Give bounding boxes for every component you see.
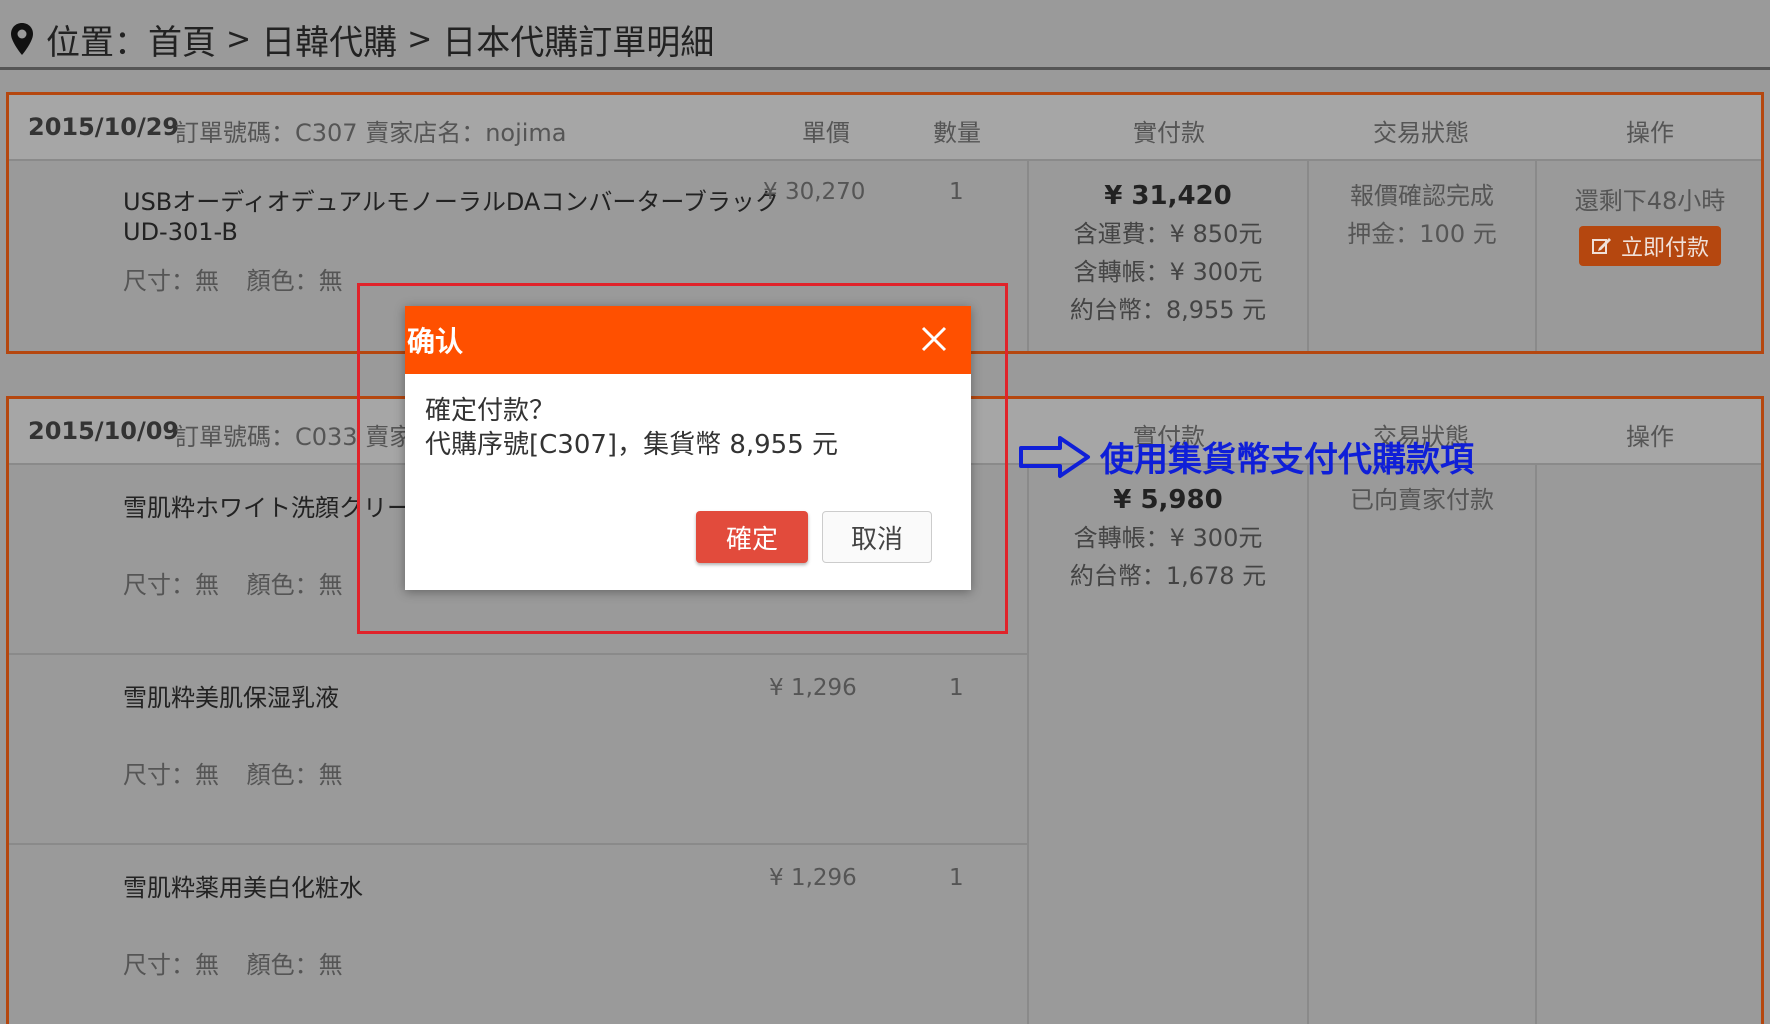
breadcrumb: 位置：首頁 > 日韓代購 > 日本代購訂單明細 (10, 14, 714, 64)
paid-twd: 約台幣：1,678 元 (1069, 562, 1267, 590)
arrow-right-icon (1019, 435, 1090, 478)
paid-transfer: 含轉帳：¥ 300元 (1073, 524, 1263, 552)
item-size: 尺寸：無 (123, 761, 219, 789)
item-color: 顏色：無 (246, 267, 343, 295)
breadcrumb-divider (0, 67, 1770, 70)
dialog-message: 確定付款？ 代購序號[C307]，集貨幣 8,955 元 (405, 374, 971, 482)
item-spec: 尺寸：無 顏色：無 (123, 945, 343, 980)
item-size: 尺寸：無 (123, 267, 219, 295)
col-quantity: 數量 (933, 119, 981, 147)
paid-total: ¥ 31,420 (1104, 181, 1232, 211)
breadcrumb-level3: 日本代購訂單明細 (442, 22, 715, 63)
order-meta: 訂單號碼：C307 賣家店名：nojima (175, 119, 567, 147)
item-color: 顏色：無 (246, 761, 343, 789)
item-name[interactable]: 雪肌粋美肌保湿乳液 (123, 683, 339, 713)
pay-now-button[interactable]: 立即付款 (1578, 226, 1721, 266)
annotation-text: 使用集貨幣支付代購款項 (1100, 440, 1474, 480)
item-color: 顏色：無 (246, 951, 343, 979)
order-item: 雪肌粋薬用美白化粧水 尺寸：無 顏色：無 ¥ 1,296 1 (9, 845, 1027, 1024)
time-remaining: 還剩下48小時 (1574, 187, 1726, 215)
breadcrumb-separator: > (407, 21, 433, 57)
item-qty: 1 (949, 675, 964, 701)
dialog-question: 確定付款？ (425, 396, 556, 426)
col-unit-price: 單價 (802, 119, 850, 147)
column-divider (1535, 465, 1537, 1024)
confirm-button[interactable]: 確定 (696, 511, 808, 563)
item-name[interactable]: USBオーディオデュアルモノーラルDAコンバーターブラック UD-301-B (123, 187, 779, 247)
item-spec: 尺寸：無 顏色：無 (123, 755, 343, 790)
order-header: 2015/10/29 訂單號碼：C307 賣家店名：nojima 單價 數量 實… (9, 95, 1761, 161)
item-qty: 1 (949, 865, 964, 891)
paid-shipping: 含運費：¥ 850元 (1073, 220, 1263, 248)
paid-twd: 約台幣：8,955 元 (1069, 296, 1267, 324)
annotation: 使用集貨幣支付代購款項 (1018, 432, 1474, 481)
item-name-line1: USBオーディオデュアルモノーラルDAコンバーターブラック (123, 188, 779, 216)
dialog-detail: 代購序號[C307]，集貨幣 8,955 元 (425, 430, 839, 460)
item-size: 尺寸：無 (123, 571, 219, 599)
edit-icon (1591, 238, 1611, 254)
order-date: 2015/10/29 (28, 113, 180, 141)
location-pin-icon (11, 23, 33, 55)
trade-status: 已向賣家付款 (1309, 481, 1535, 519)
col-action: 操作 (1626, 119, 1674, 147)
paid-transfer: 含轉帳：¥ 300元 (1073, 258, 1263, 286)
trade-status: 報價確認完成 押金：100 元 (1309, 177, 1535, 253)
close-icon[interactable] (919, 324, 949, 354)
column-divider (1307, 465, 1309, 1024)
item-price: ¥ 30,270 (763, 179, 866, 205)
cancel-button[interactable]: 取消 (822, 511, 932, 563)
item-name-line2: UD-301-B (123, 218, 238, 246)
breadcrumb-location[interactable]: 位置：首頁 (46, 15, 216, 64)
paid-summary: ¥ 5,980 含轉帳：¥ 300元 約台幣：1,678 元 (1029, 481, 1307, 595)
status-line1: 報價確認完成 (1350, 182, 1494, 210)
status-deposit: 押金：100 元 (1347, 220, 1497, 248)
item-spec: 尺寸：無 顏色：無 (123, 565, 343, 600)
item-qty: 1 (949, 179, 964, 205)
item-price: ¥ 1,296 (769, 675, 857, 701)
confirm-dialog: 确认 確定付款？ 代購序號[C307]，集貨幣 8,955 元 確定 取消 (405, 306, 971, 590)
item-size: 尺寸：無 (123, 951, 219, 979)
item-name[interactable]: 雪肌粋薬用美白化粧水 (123, 873, 363, 903)
status-line1: 已向賣家付款 (1350, 486, 1494, 514)
dialog-header: 确认 (405, 306, 971, 374)
order-date: 2015/10/09 (28, 417, 180, 445)
paid-summary: ¥ 31,420 含運費：¥ 850元 含轉帳：¥ 300元 約台幣：8,955… (1029, 177, 1307, 329)
item-spec: 尺寸：無 顏色：無 (123, 261, 343, 296)
breadcrumb-separator: > (226, 21, 252, 57)
order-actions: 還剩下48小時 立即付款 (1537, 181, 1763, 266)
pay-now-label: 立即付款 (1620, 236, 1709, 261)
col-action: 操作 (1626, 423, 1674, 451)
paid-total: ¥ 5,980 (1113, 485, 1223, 515)
col-paid: 實付款 (1133, 119, 1205, 147)
col-status: 交易狀態 (1373, 119, 1469, 147)
item-color: 顏色：無 (246, 571, 343, 599)
item-price: ¥ 1,296 (769, 865, 857, 891)
order-item: 雪肌粋美肌保湿乳液 尺寸：無 顏色：無 ¥ 1,296 1 (9, 655, 1027, 845)
breadcrumb-level2[interactable]: 日韓代購 (261, 15, 397, 64)
dialog-title: 确认 (407, 325, 464, 358)
